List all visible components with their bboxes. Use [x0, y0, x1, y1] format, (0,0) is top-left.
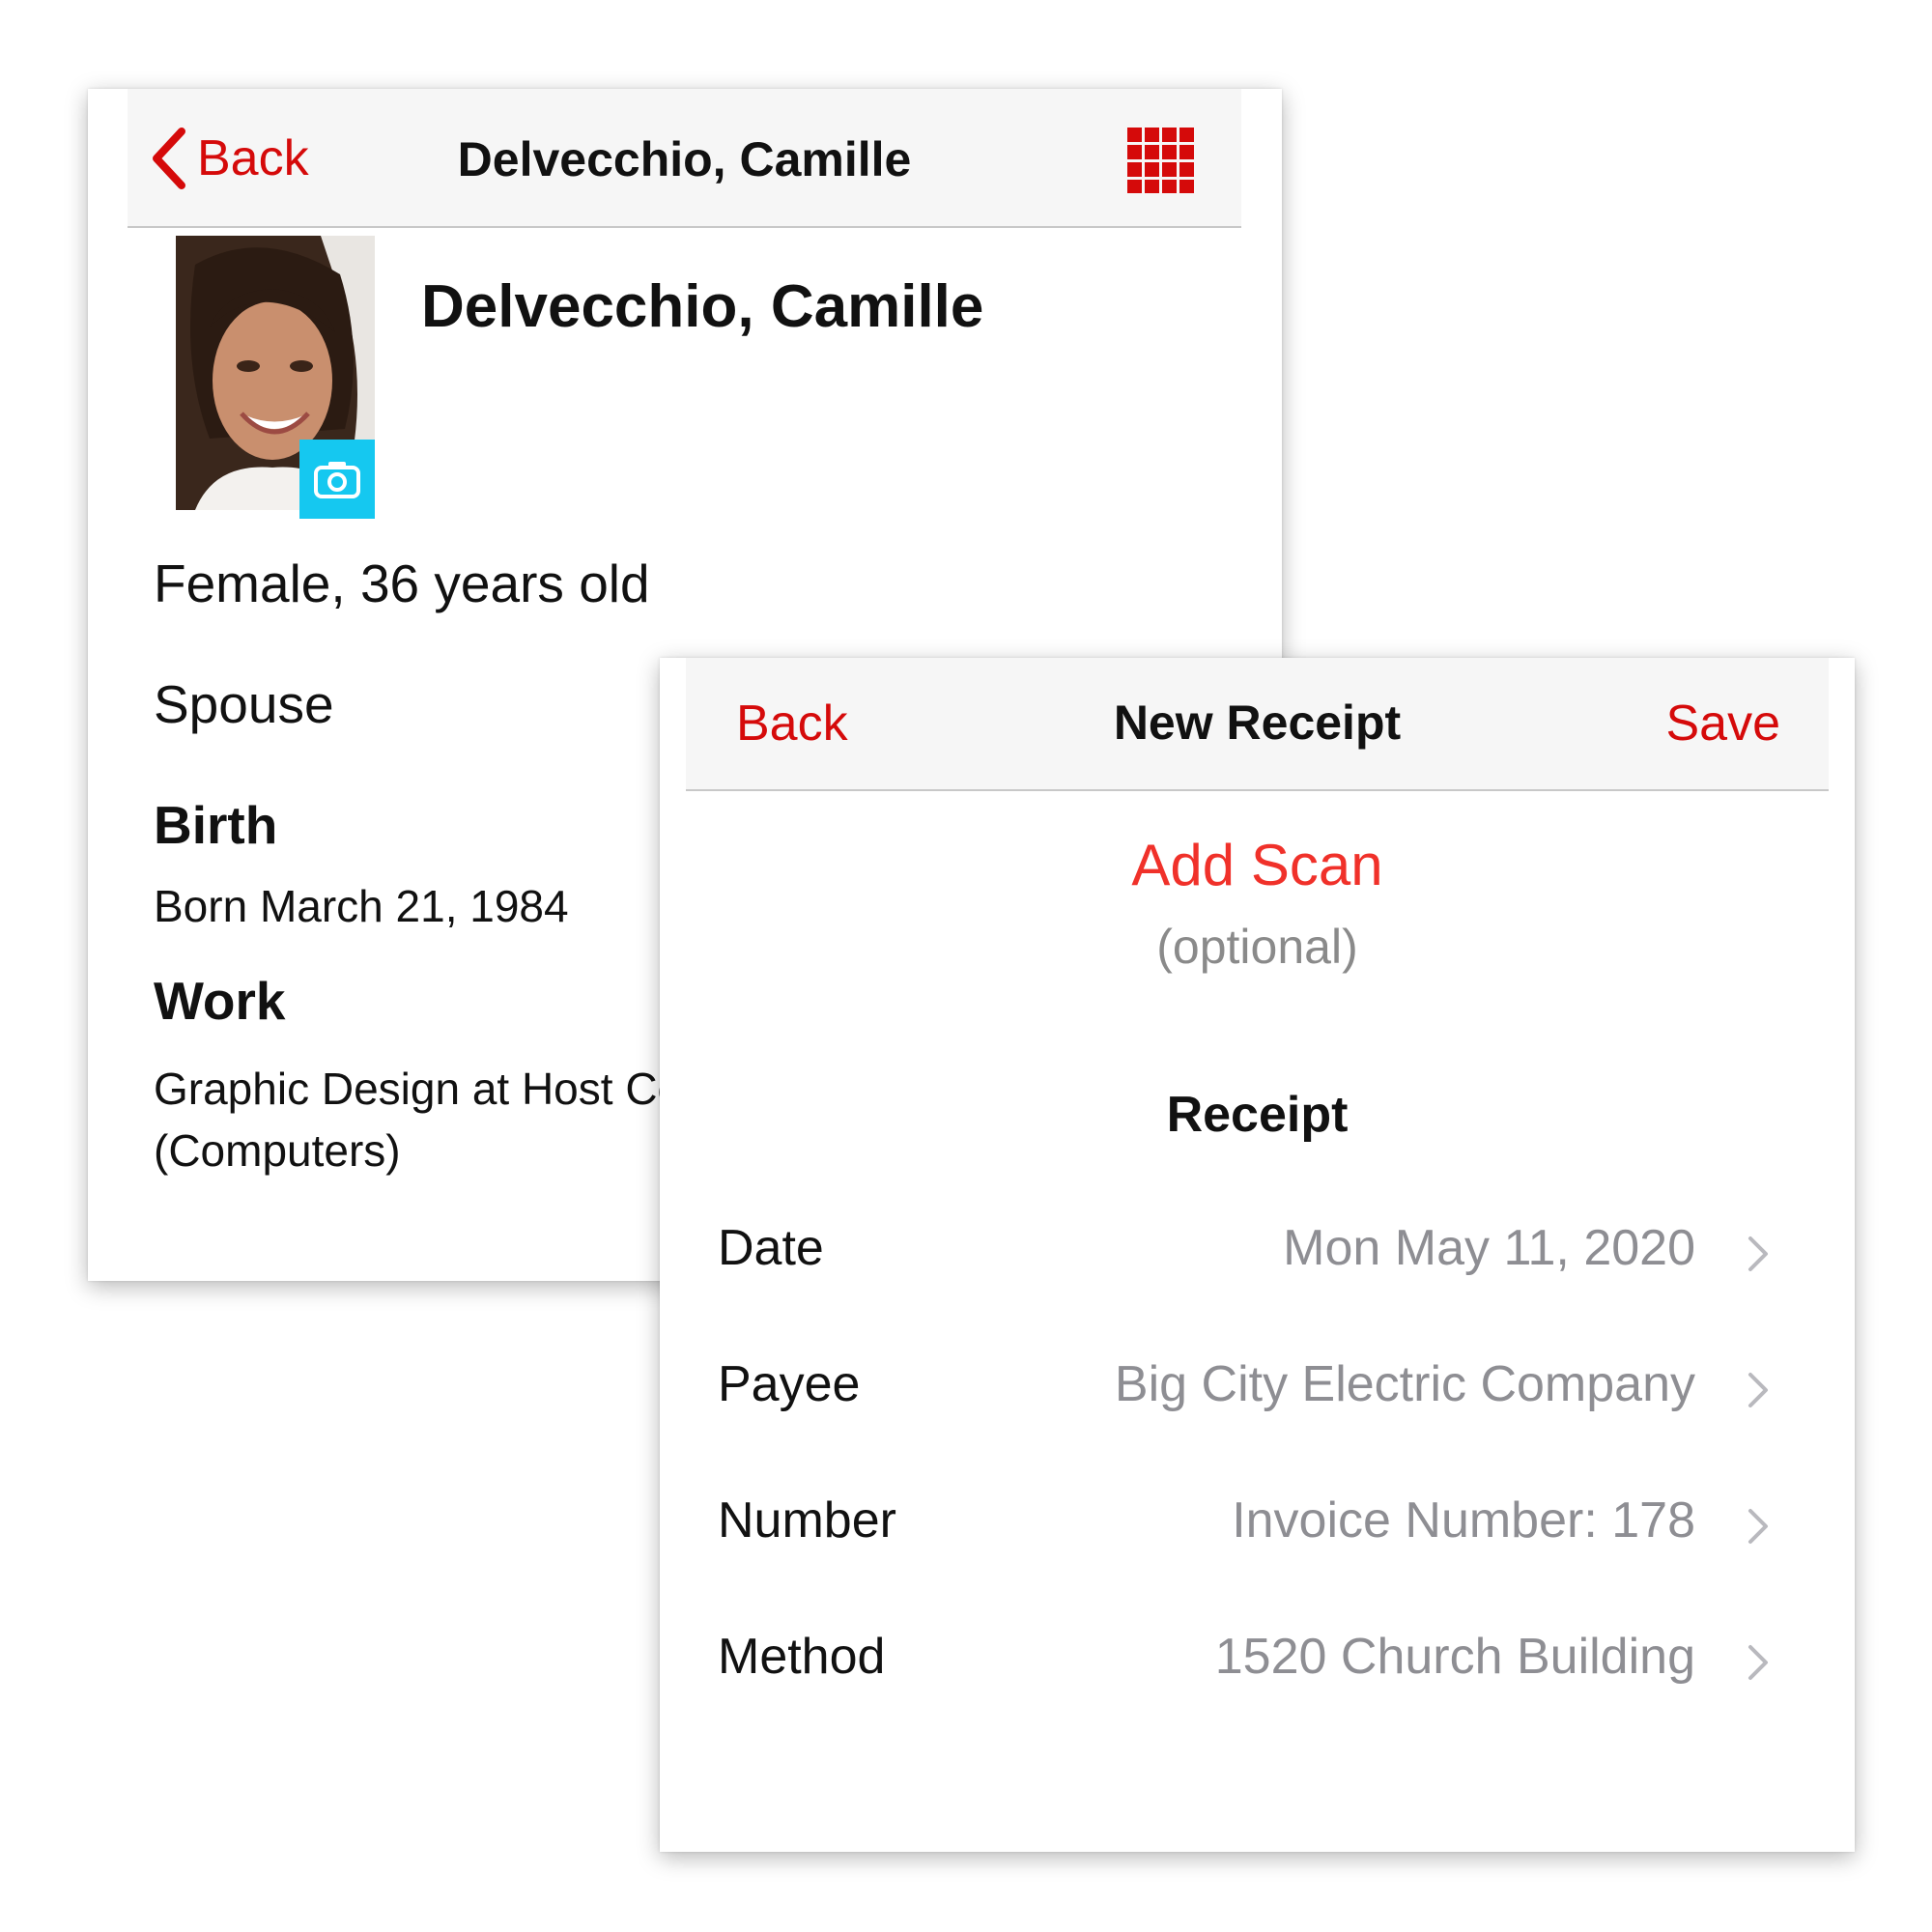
- chevron-right-icon: [1747, 1507, 1770, 1550]
- birth-text: Born March 21, 1984: [154, 881, 569, 931]
- row-method[interactable]: Method 1520 Church Building: [660, 1599, 1855, 1715]
- grid-icon[interactable]: [1127, 128, 1195, 193]
- row-label: Date: [718, 1220, 824, 1276]
- new-receipt-screen: New Receipt Back Save Add Scan (optional…: [660, 658, 1855, 1852]
- row-label: Number: [718, 1492, 896, 1548]
- save-button[interactable]: Save: [1665, 695, 1780, 753]
- row-value: Big City Electric Company: [1114, 1356, 1695, 1412]
- back-button[interactable]: Back: [736, 695, 848, 753]
- row-value: Invoice Number: 178: [1232, 1492, 1695, 1548]
- row-value: 1520 Church Building: [1214, 1629, 1695, 1685]
- relationship-text: Spouse: [154, 674, 334, 734]
- chevron-right-icon: [1747, 1235, 1770, 1278]
- person-name: Delvecchio, Camille: [421, 273, 984, 340]
- row-date[interactable]: Date Mon May 11, 2020: [660, 1190, 1855, 1306]
- receipt-navbar: New Receipt Back Save: [686, 658, 1829, 791]
- profile-navbar: Back Delvecchio, Camille: [128, 89, 1241, 228]
- camera-icon[interactable]: [299, 440, 375, 519]
- chevron-right-icon: [1747, 1643, 1770, 1687]
- navbar-title: New Receipt: [1113, 696, 1402, 750]
- work-heading: Work: [154, 971, 286, 1031]
- chevron-right-icon: [1747, 1371, 1770, 1414]
- birth-heading: Birth: [154, 795, 278, 855]
- row-payee[interactable]: Payee Big City Electric Company: [660, 1326, 1855, 1442]
- row-label: Method: [718, 1629, 886, 1685]
- row-label: Payee: [718, 1356, 861, 1412]
- navbar-title: Delvecchio, Camille: [457, 132, 912, 186]
- row-value: Mon May 11, 2020: [1283, 1220, 1695, 1276]
- gender-age-text: Female, 36 years old: [154, 554, 650, 613]
- row-number[interactable]: Number Invoice Number: 178: [660, 1463, 1855, 1578]
- add-scan-button[interactable]: Add Scan: [660, 832, 1855, 898]
- section-title: Receipt: [1166, 1087, 1349, 1143]
- optional-label: (optional): [1156, 920, 1358, 974]
